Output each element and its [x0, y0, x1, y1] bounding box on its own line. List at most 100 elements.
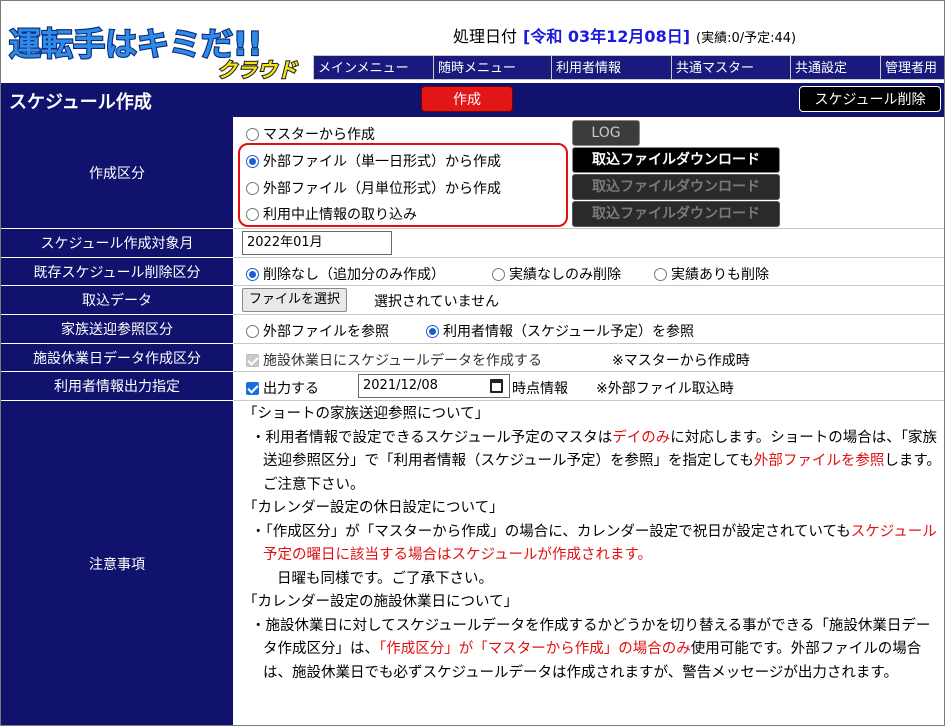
- menu-user-info[interactable]: 利用者情報: [551, 55, 671, 80]
- holiday-data-check[interactable]: [246, 353, 259, 367]
- family-ref-row: 家族送迎参照区分 外部ファイルを参照 利用者情報（スケジュール予定）を参照: [1, 315, 944, 344]
- create-type-value: マスターから作成 外部ファイル（単一日形式）から作成 外部ファイル（月単位形式）…: [234, 117, 944, 229]
- user-output-note: ※外部ファイル取込時: [596, 381, 734, 397]
- file-status-text: 選択されていません: [374, 294, 500, 310]
- holiday-data-value: 施設休業日にスケジュールデータを作成する ※マスターから作成時: [234, 344, 944, 372]
- delete-type-value: 削除なし（追加分のみ作成） 実績なしのみ削除 実績ありも削除: [234, 258, 944, 286]
- create-type-row: 作成区分 マスターから作成 外部ファイル（単一日形式）から作成 外部ファイル（月…: [1, 117, 944, 229]
- menu-common-master[interactable]: 共通マスター: [671, 55, 790, 80]
- page-title: スケジュール作成: [9, 92, 152, 113]
- holiday-data-checkbox-label: 施設休業日にスケジュールデータを作成する: [263, 353, 543, 369]
- menu-common-settings[interactable]: 共通設定: [790, 55, 880, 80]
- import-data-value: ファイルを選択 選択されていません: [234, 286, 944, 315]
- download-import-file-button-monthly[interactable]: 取込ファイルダウンロード: [572, 174, 780, 200]
- note-heading-short: 「ショートの家族送迎参照について」: [243, 406, 490, 422]
- user-output-suffix: 時点情報: [512, 381, 568, 397]
- create-type-option-single-day[interactable]: 外部ファイル（単一日形式）から作成: [246, 151, 501, 171]
- create-type-option-master-label: マスターから作成: [263, 127, 375, 143]
- user-output-label: 利用者情報出力指定: [1, 372, 233, 401]
- processing-date-label: 処理日付: [453, 27, 518, 46]
- create-type-label: 作成区分: [1, 117, 233, 229]
- radio-delete-with-actual[interactable]: [654, 267, 667, 281]
- target-month-row: スケジュール作成対象月 2022年01月: [1, 229, 944, 258]
- user-output-checkbox-label: 出力する: [263, 381, 319, 397]
- download-import-file-button-suspension[interactable]: 取込ファイルダウンロード: [572, 201, 780, 227]
- user-output-value: 出力する 2021/12/08 時点情報 ※外部ファイル取込時: [234, 372, 944, 401]
- holiday-data-row: 施設休業日データ作成区分 施設休業日にスケジュールデータを作成する ※マスターか…: [1, 344, 944, 372]
- radio-suspension[interactable]: [246, 207, 259, 221]
- radio-delete-none[interactable]: [246, 267, 259, 281]
- target-month-input[interactable]: 2022年01月: [242, 231, 392, 255]
- download-import-file-button[interactable]: 取込ファイルダウンロード: [572, 147, 780, 173]
- delete-type-option-no-actual-label: 実績なしのみ削除: [509, 267, 621, 283]
- family-ref-option-user-info-label: 利用者情報（スケジュール予定）を参照: [443, 324, 695, 340]
- note-heading-facility: 「カレンダー設定の施設休業日について」: [243, 594, 519, 610]
- title-bar: スケジュール作成 作成 スケジュール削除: [1, 83, 944, 117]
- create-type-option-master[interactable]: マスターから作成: [246, 124, 375, 144]
- notes-label: 注意事項: [1, 401, 233, 725]
- radio-monthly[interactable]: [246, 181, 259, 195]
- logo-sub-text: クラウド: [217, 58, 298, 81]
- user-output-row: 利用者情報出力指定 出力する 2021/12/08 時点情報 ※外部ファイル取込…: [1, 372, 944, 401]
- menu-admin[interactable]: 管理者用: [880, 55, 944, 80]
- delete-type-option-with-actual[interactable]: 実績ありも削除: [654, 264, 769, 284]
- create-type-option-monthly[interactable]: 外部ファイル（月単位形式）から作成: [246, 178, 501, 198]
- holiday-data-label: 施設休業日データ作成区分: [1, 344, 233, 372]
- holiday-data-checkbox[interactable]: 施設休業日にスケジュールデータを作成する: [246, 350, 542, 370]
- delete-type-option-none[interactable]: 削除なし（追加分のみ作成）: [246, 264, 445, 284]
- delete-type-row: 既存スケジュール削除区分 削除なし（追加分のみ作成） 実績なしのみ削除 実績あり…: [1, 258, 944, 286]
- app-logo[interactable]: 送所送迎システム 運転手はキミだ!! クラウド: [7, 5, 307, 81]
- menu-main[interactable]: メインメニュー: [313, 55, 433, 80]
- note-heading-holiday: 「カレンダー設定の休日設定について」: [243, 500, 504, 516]
- create-button[interactable]: 作成: [421, 86, 513, 112]
- create-type-option-monthly-label: 外部ファイル（月単位形式）から作成: [263, 181, 501, 197]
- output-date-input[interactable]: 2021/12/08: [358, 374, 510, 398]
- note-body-short: ・利用者情報で設定できるスケジュール予定のマスタはデイのみに対応します。ショート…: [243, 427, 943, 498]
- output-date-value: 2021/12/08: [363, 378, 438, 393]
- import-data-row: 取込データ ファイルを選択 選択されていません: [1, 286, 944, 315]
- radio-single-day[interactable]: [246, 154, 259, 168]
- note-short-red-b: 外部ファイルを参照: [753, 453, 885, 469]
- choose-file-button[interactable]: ファイルを選択: [242, 288, 348, 312]
- delete-type-option-no-actual[interactable]: 実績なしのみ削除: [492, 264, 621, 284]
- holiday-data-note: ※マスターから作成時: [612, 353, 750, 369]
- radio-delete-no-actual[interactable]: [492, 267, 505, 281]
- note-short-text-a: ・利用者情報で設定できるスケジュール予定のマスタは: [251, 429, 613, 446]
- note-facility-red: 「作成区分」が「マスターから作成」の場合のみ: [379, 641, 691, 657]
- family-ref-option-external-label: 外部ファイルを参照: [263, 324, 389, 340]
- radio-family-external[interactable]: [246, 324, 259, 338]
- radio-family-user-info[interactable]: [426, 324, 439, 338]
- family-ref-label: 家族送迎参照区分: [1, 315, 233, 344]
- schedule-status: (実績:0/予定:44): [696, 31, 797, 46]
- family-ref-option-external[interactable]: 外部ファイルを参照: [246, 321, 389, 341]
- note-holiday-sunday: 日曜も同様です。ご了承下さい。: [277, 570, 494, 587]
- family-ref-value: 外部ファイルを参照 利用者情報（スケジュール予定）を参照: [234, 315, 944, 344]
- note-body-holiday: ・「作成区分」が「マスターから作成」の場合に、カレンダー設定で祝日が設定されてい…: [243, 521, 943, 568]
- create-type-option-suspension[interactable]: 利用中止情報の取り込み: [246, 204, 417, 224]
- calendar-icon[interactable]: [490, 379, 503, 393]
- target-month-label: スケジュール作成対象月: [1, 229, 233, 258]
- create-type-option-suspension-label: 利用中止情報の取り込み: [263, 207, 417, 223]
- processing-date-value: [令和 03年12月08日]: [523, 27, 691, 46]
- radio-master[interactable]: [246, 127, 259, 141]
- main-menu: メインメニュー 随時メニュー 利用者情報 共通マスター 共通設定 管理者用: [313, 55, 944, 80]
- import-data-label: 取込データ: [1, 286, 233, 315]
- family-ref-option-user-info[interactable]: 利用者情報（スケジュール予定）を参照: [426, 321, 694, 341]
- create-type-option-single-day-label: 外部ファイル（単一日形式）から作成: [263, 154, 501, 170]
- note-short-red-a: デイのみ: [612, 429, 671, 446]
- user-output-checkbox[interactable]: 出力する: [246, 378, 319, 398]
- processing-date: 処理日付 [令和 03年12月08日] (実績:0/予定:44): [453, 23, 796, 47]
- log-button[interactable]: LOG: [572, 120, 640, 146]
- delete-schedule-button[interactable]: スケジュール削除: [799, 86, 941, 112]
- delete-type-option-with-actual-label: 実績ありも削除: [671, 267, 769, 283]
- note-holiday-text-a: ・「作成区分」が「マスターから作成」の場合に、カレンダー設定で祝日が設定されてい…: [251, 523, 851, 540]
- notes-text: 「ショートの家族送迎参照について」 ・利用者情報で設定できるスケジュール予定のマ…: [243, 403, 943, 685]
- delete-type-option-none-label: 削除なし（追加分のみ作成）: [263, 267, 445, 283]
- target-month-value: 2022年01月: [234, 229, 944, 258]
- delete-type-label: 既存スケジュール削除区分: [1, 258, 233, 286]
- user-output-check[interactable]: [246, 381, 259, 395]
- logo-top-text: 送所送迎システム: [40, 9, 145, 25]
- note-body-facility: ・施設休業日に対してスケジュールデータを作成するかどうかを切り替える事ができる「…: [243, 615, 943, 686]
- menu-adhoc[interactable]: 随時メニュー: [433, 55, 551, 80]
- header: 送所送迎システム 運転手はキミだ!! クラウド 処理日付 [令和 03年12月08…: [1, 1, 944, 83]
